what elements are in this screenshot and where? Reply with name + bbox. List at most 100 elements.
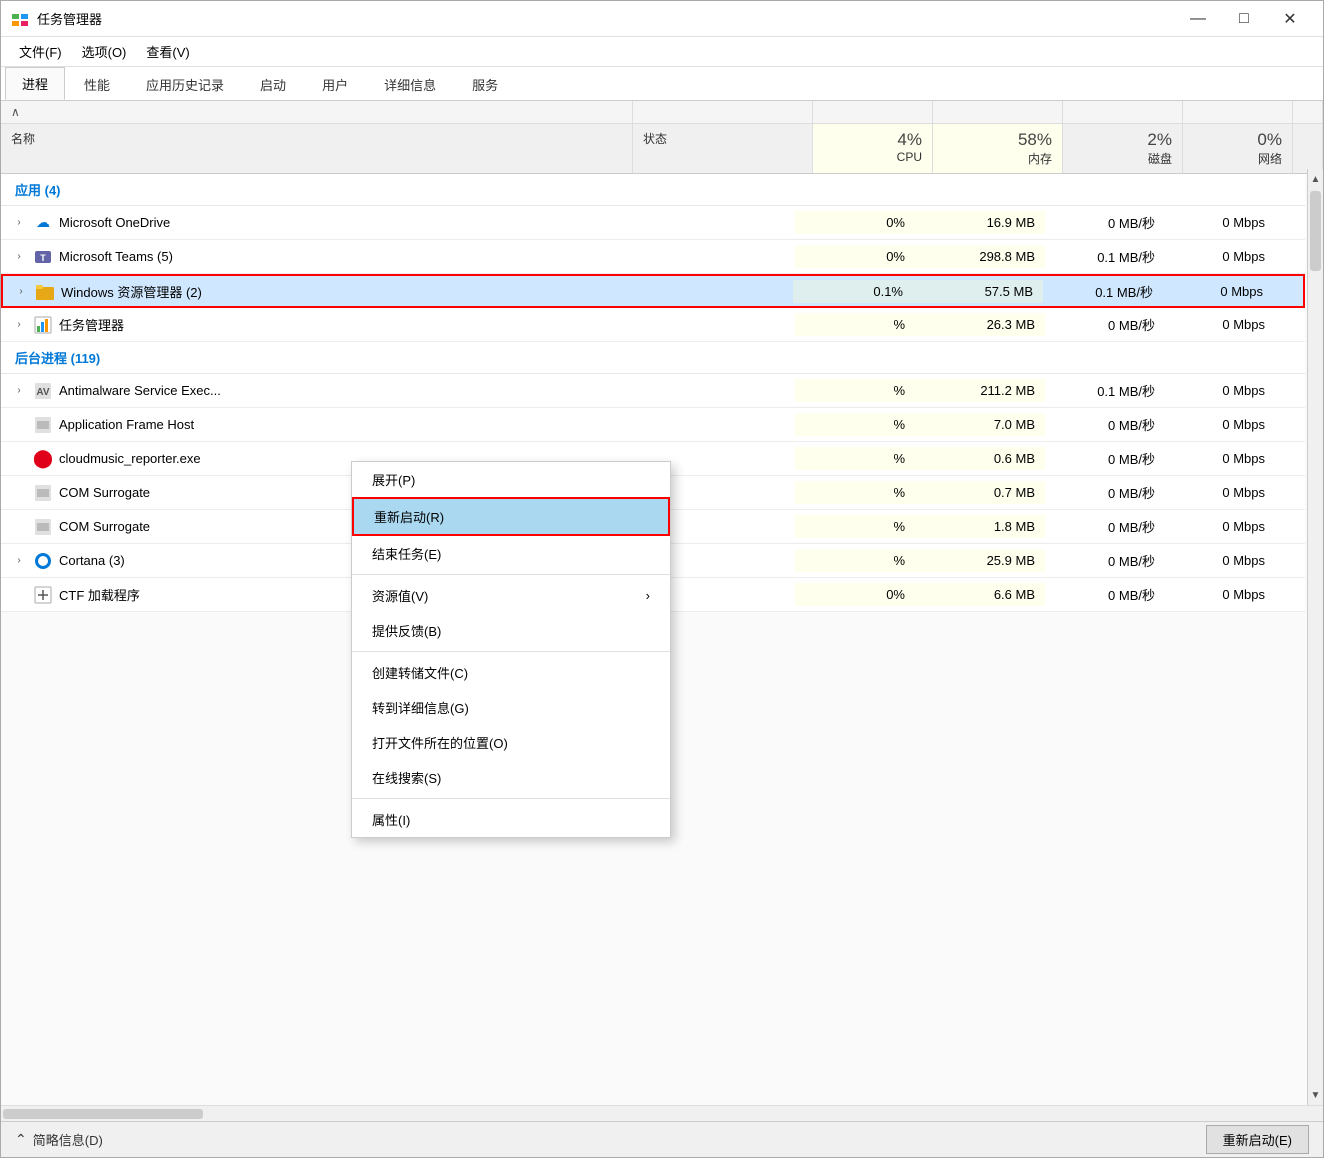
ctx-end-task[interactable]: 结束任务(E) xyxy=(352,536,670,571)
info-chevron-icon: ⌃ xyxy=(15,1131,27,1148)
appframehost-cpu: % xyxy=(795,413,915,436)
taskmgr-name: › 任务管理器 xyxy=(1,311,615,339)
tab-startup[interactable]: 启动 xyxy=(243,68,303,100)
appframehost-name: › Application Frame Host xyxy=(1,411,615,439)
ctx-properties[interactable]: 属性(I) xyxy=(352,802,670,837)
expand-icon[interactable]: › xyxy=(11,215,27,231)
teams-disk: 0.1 MB/秒 xyxy=(1045,243,1165,270)
tab-details[interactable]: 详细信息 xyxy=(367,68,453,100)
expand-icon[interactable]: › xyxy=(11,553,27,569)
row-teams[interactable]: › T Microsoft Teams (5) 0% 298.8 MB 0.1 … xyxy=(1,240,1305,274)
ctx-search-online[interactable]: 在线搜索(S) xyxy=(352,760,670,795)
explorer-mem: 57.5 MB xyxy=(913,280,1043,303)
teams-status xyxy=(615,253,795,261)
explorer-status xyxy=(613,287,793,295)
task-manager-window: 任务管理器 — □ ✕ 文件(F) 选项(O) 查看(V) 进程 性能 应用历史… xyxy=(0,0,1324,1158)
ctx-feedback[interactable]: 提供反馈(B) xyxy=(352,613,670,648)
col-status[interactable]: 状态 xyxy=(633,124,813,173)
comsurrogate1-mem: 0.7 MB xyxy=(915,481,1045,504)
appframehost-status xyxy=(615,421,795,429)
restart-button[interactable]: 重新启动(E) xyxy=(1206,1125,1309,1154)
ctx-dump[interactable]: 创建转储文件(C) xyxy=(352,655,670,690)
cortana-net: 0 Mbps xyxy=(1165,549,1275,572)
antimalware-name: › AV Antimalware Service Exec... xyxy=(1,377,615,405)
scroll-track xyxy=(1308,189,1323,1085)
close-button[interactable]: ✕ xyxy=(1267,1,1313,37)
ctx-expand[interactable]: 展开(P) xyxy=(352,462,670,497)
antimalware-disk: 0.1 MB/秒 xyxy=(1045,377,1165,404)
row-explorer[interactable]: › Windows 资源管理器 (2) 0.1% 57.5 MB 0.1 MB/… xyxy=(1,274,1305,308)
taskmgr-icon xyxy=(33,315,53,335)
ctx-open-location[interactable]: 打开文件所在的位置(O) xyxy=(352,725,670,760)
explorer-name: › Windows 资源管理器 (2) xyxy=(3,277,613,305)
tab-users[interactable]: 用户 xyxy=(305,68,365,100)
tab-processes[interactable]: 进程 xyxy=(5,67,65,100)
row-appframehost[interactable]: › Application Frame Host % 7.0 MB 0 MB/秒… xyxy=(1,408,1305,442)
tab-performance[interactable]: 性能 xyxy=(67,68,127,100)
svg-text:AV: AV xyxy=(36,387,49,398)
ctfloader-net: 0 Mbps xyxy=(1165,583,1275,606)
onedrive-status xyxy=(615,219,795,227)
tab-bar: 进程 性能 应用历史记录 启动 用户 详细信息 服务 xyxy=(1,67,1323,101)
expand-icon[interactable]: › xyxy=(11,383,27,399)
column-headers: 名称 状态 4%CPU 58%内存 2%磁盘 0%网络 xyxy=(1,124,1323,174)
expand-icon[interactable]: › xyxy=(13,283,29,299)
menu-options[interactable]: 选项(O) xyxy=(72,38,137,65)
brief-info-label[interactable]: 简略信息(D) xyxy=(33,1130,103,1149)
minimize-button[interactable]: — xyxy=(1175,1,1221,37)
sort-name[interactable]: ∧ xyxy=(1,101,633,123)
sort-mem[interactable] xyxy=(933,101,1063,123)
ctx-goto-details[interactable]: 转到详细信息(G) xyxy=(352,690,670,725)
menu-file[interactable]: 文件(F) xyxy=(9,38,72,65)
comsurrogate1-net: 0 Mbps xyxy=(1165,481,1275,504)
submenu-arrow-icon: › xyxy=(646,588,650,603)
content-area: ∧ 名称 状态 4%CPU 58%内存 2%磁盘 0%网络 应用 (4) xyxy=(1,101,1323,1105)
tab-services[interactable]: 服务 xyxy=(455,68,515,100)
maximize-button[interactable]: □ xyxy=(1221,1,1267,37)
antimalware-status xyxy=(615,387,795,395)
col-name[interactable]: 名称 xyxy=(1,124,633,173)
cloudmusic-extra xyxy=(1275,455,1305,463)
antimalware-cpu: % xyxy=(795,379,915,402)
comsurrogate2-mem: 1.8 MB xyxy=(915,515,1045,538)
scroll-down-btn[interactable]: ▼ xyxy=(1308,1085,1323,1105)
sort-status xyxy=(633,101,813,123)
comsurrogate1-extra xyxy=(1275,489,1305,497)
hscroll-thumb[interactable] xyxy=(3,1109,203,1119)
cloudmusic-cpu: % xyxy=(795,447,915,470)
appframehost-mem: 7.0 MB xyxy=(915,413,1045,436)
expand-icon[interactable]: › xyxy=(11,317,27,333)
expand-icon[interactable]: › xyxy=(11,249,27,265)
window-controls: — □ ✕ xyxy=(1175,1,1313,37)
tab-app-history[interactable]: 应用历史记录 xyxy=(129,68,241,100)
ctfloader-icon xyxy=(33,585,53,605)
ctx-restart[interactable]: 重新启动(R) xyxy=(352,497,670,536)
teams-icon: T xyxy=(33,247,53,267)
ctx-sep2 xyxy=(352,651,670,652)
up-arrow-icon: ∧ xyxy=(11,105,20,119)
onedrive-icon: ☁ xyxy=(33,213,53,233)
onedrive-name: › ☁ Microsoft OneDrive xyxy=(1,209,615,237)
sort-cpu[interactable] xyxy=(813,101,933,123)
column-sort-row: ∧ xyxy=(1,101,1323,124)
row-antimalware[interactable]: › AV Antimalware Service Exec... % 211.2… xyxy=(1,374,1305,408)
scroll-thumb[interactable] xyxy=(1310,191,1321,271)
explorer-disk: 0.1 MB/秒 xyxy=(1043,278,1163,305)
scrollbar-vertical[interactable]: ▲ ▼ xyxy=(1307,169,1323,1105)
comsurrogate1-icon xyxy=(33,483,53,503)
row-onedrive[interactable]: › ☁ Microsoft OneDrive 0% 16.9 MB 0 MB/秒… xyxy=(1,206,1305,240)
cloudmusic-disk: 0 MB/秒 xyxy=(1045,445,1165,472)
explorer-extra xyxy=(1273,287,1303,295)
sort-net[interactable] xyxy=(1183,101,1293,123)
scroll-up-btn[interactable]: ▲ xyxy=(1308,169,1323,189)
sort-disk[interactable] xyxy=(1063,101,1183,123)
bottom-bar: ⌃ 简略信息(D) 重新启动(E) xyxy=(1,1121,1323,1157)
scrollbar-horizontal[interactable] xyxy=(1,1105,1323,1121)
antimalware-net: 0 Mbps xyxy=(1165,379,1275,402)
menu-view[interactable]: 查看(V) xyxy=(136,38,199,65)
ctx-resource-values[interactable]: 资源值(V) › xyxy=(352,578,670,613)
ctfloader-cpu: 0% xyxy=(795,583,915,606)
section-background: 后台进程 (119) xyxy=(1,342,1305,374)
bottom-info[interactable]: ⌃ 简略信息(D) xyxy=(15,1130,103,1149)
row-taskmgr[interactable]: › 任务管理器 % 26.3 MB 0 MB/秒 0 Mbps xyxy=(1,308,1305,342)
